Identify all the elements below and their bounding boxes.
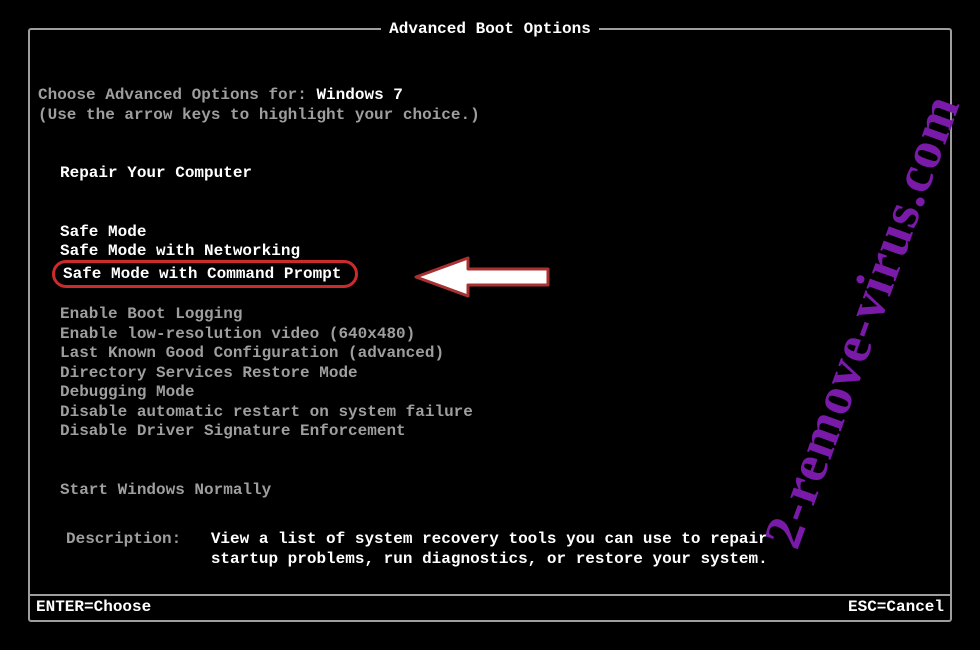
menu-no-auto-restart[interactable]: Disable automatic restart on system fail… bbox=[38, 403, 942, 423]
menu-lkgc[interactable]: Last Known Good Configuration (advanced) bbox=[38, 344, 942, 364]
spacer bbox=[38, 442, 942, 462]
menu-ds-restore[interactable]: Directory Services Restore Mode bbox=[38, 364, 942, 384]
description-label: Description: bbox=[66, 530, 181, 548]
description-block: Description: View a list of system recov… bbox=[66, 530, 914, 569]
menu-boot-logging[interactable]: Enable Boot Logging bbox=[38, 305, 942, 325]
spacer bbox=[38, 461, 942, 481]
choose-line: Choose Advanced Options for: Windows 7 bbox=[38, 86, 942, 106]
menu-no-drv-sig[interactable]: Disable Driver Signature Enforcement bbox=[38, 422, 942, 442]
spacer bbox=[38, 184, 942, 204]
choose-prefix: Choose Advanced Options for: bbox=[38, 86, 316, 104]
description-line-2: startup problems, run diagnostics, or re… bbox=[211, 550, 768, 568]
os-name: Windows 7 bbox=[316, 86, 402, 104]
hint-line: (Use the arrow keys to highlight your ch… bbox=[38, 106, 942, 126]
footer-enter: ENTER=Choose bbox=[36, 598, 151, 616]
spacer bbox=[38, 203, 942, 223]
screen-title: Advanced Boot Options bbox=[381, 20, 599, 38]
menu-safe-mode-cmd[interactable]: Safe Mode with Command Prompt bbox=[52, 260, 358, 288]
footer-esc: ESC=Cancel bbox=[848, 598, 944, 616]
menu-safe-mode-cmd-row[interactable]: Safe Mode with Command Prompt bbox=[38, 262, 942, 286]
menu-debug[interactable]: Debugging Mode bbox=[38, 383, 942, 403]
description-line-1: View a list of system recovery tools you… bbox=[211, 530, 768, 548]
description-text: View a list of system recovery tools you… bbox=[191, 530, 768, 569]
boot-options-frame: Advanced Boot Options Choose Advanced Op… bbox=[28, 28, 952, 622]
menu-safe-mode[interactable]: Safe Mode bbox=[38, 223, 942, 243]
content-area: Choose Advanced Options for: Windows 7 (… bbox=[38, 86, 942, 500]
arrow-icon bbox=[408, 254, 558, 305]
menu-low-res[interactable]: Enable low-resolution video (640x480) bbox=[38, 325, 942, 345]
menu-repair-computer[interactable]: Repair Your Computer bbox=[38, 164, 942, 184]
footer-bar: ENTER=Choose ESC=Cancel bbox=[30, 594, 950, 620]
spacer bbox=[38, 125, 942, 145]
spacer bbox=[38, 145, 942, 165]
menu-start-normally[interactable]: Start Windows Normally bbox=[38, 481, 942, 501]
